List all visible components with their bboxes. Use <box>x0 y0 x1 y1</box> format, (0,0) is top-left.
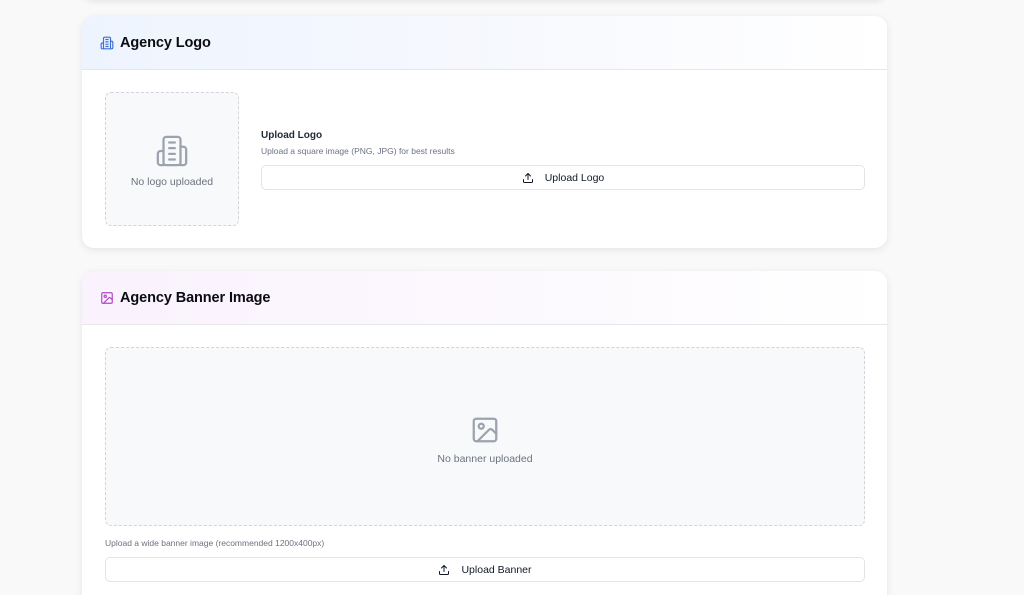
banner-placeholder-text: No banner uploaded <box>437 452 533 465</box>
agency-logo-header: Agency Logo <box>82 16 887 70</box>
upload-logo-button[interactable]: Upload Logo <box>261 165 865 190</box>
upload-icon <box>522 172 534 184</box>
agency-logo-card: Agency Logo No logo uploaded Upload Logo… <box>82 16 887 248</box>
image-icon <box>100 291 114 305</box>
upload-banner-button[interactable]: Upload Banner <box>105 557 865 582</box>
agency-banner-title: Agency Banner Image <box>120 289 271 306</box>
page: Agency Logo No logo uploaded Upload Logo… <box>0 0 1024 595</box>
agency-banner-card: Agency Banner Image No banner uploaded U… <box>82 271 887 595</box>
upload-logo-button-label: Upload Logo <box>544 171 605 184</box>
logo-upload-panel: Upload Logo Upload a square image (PNG, … <box>261 130 865 190</box>
agency-banner-header: Agency Banner Image <box>82 271 887 325</box>
logo-placeholder-text: No logo uploaded <box>130 176 214 188</box>
banner-preview: No banner uploaded <box>105 347 865 526</box>
upload-banner-button-label: Upload Banner <box>461 563 532 576</box>
upload-logo-title: Upload Logo <box>261 130 323 141</box>
image-placeholder-icon <box>470 415 500 445</box>
agency-logo-title: Agency Logo <box>120 34 211 51</box>
building-icon <box>100 36 114 50</box>
logo-preview: No logo uploaded <box>105 92 239 226</box>
upload-icon <box>438 564 450 576</box>
building-placeholder-icon <box>155 134 189 168</box>
upload-banner-hint: Upload a wide banner image (recommended … <box>105 538 325 548</box>
upload-logo-hint: Upload a square image (PNG, JPG) for bes… <box>261 146 455 156</box>
